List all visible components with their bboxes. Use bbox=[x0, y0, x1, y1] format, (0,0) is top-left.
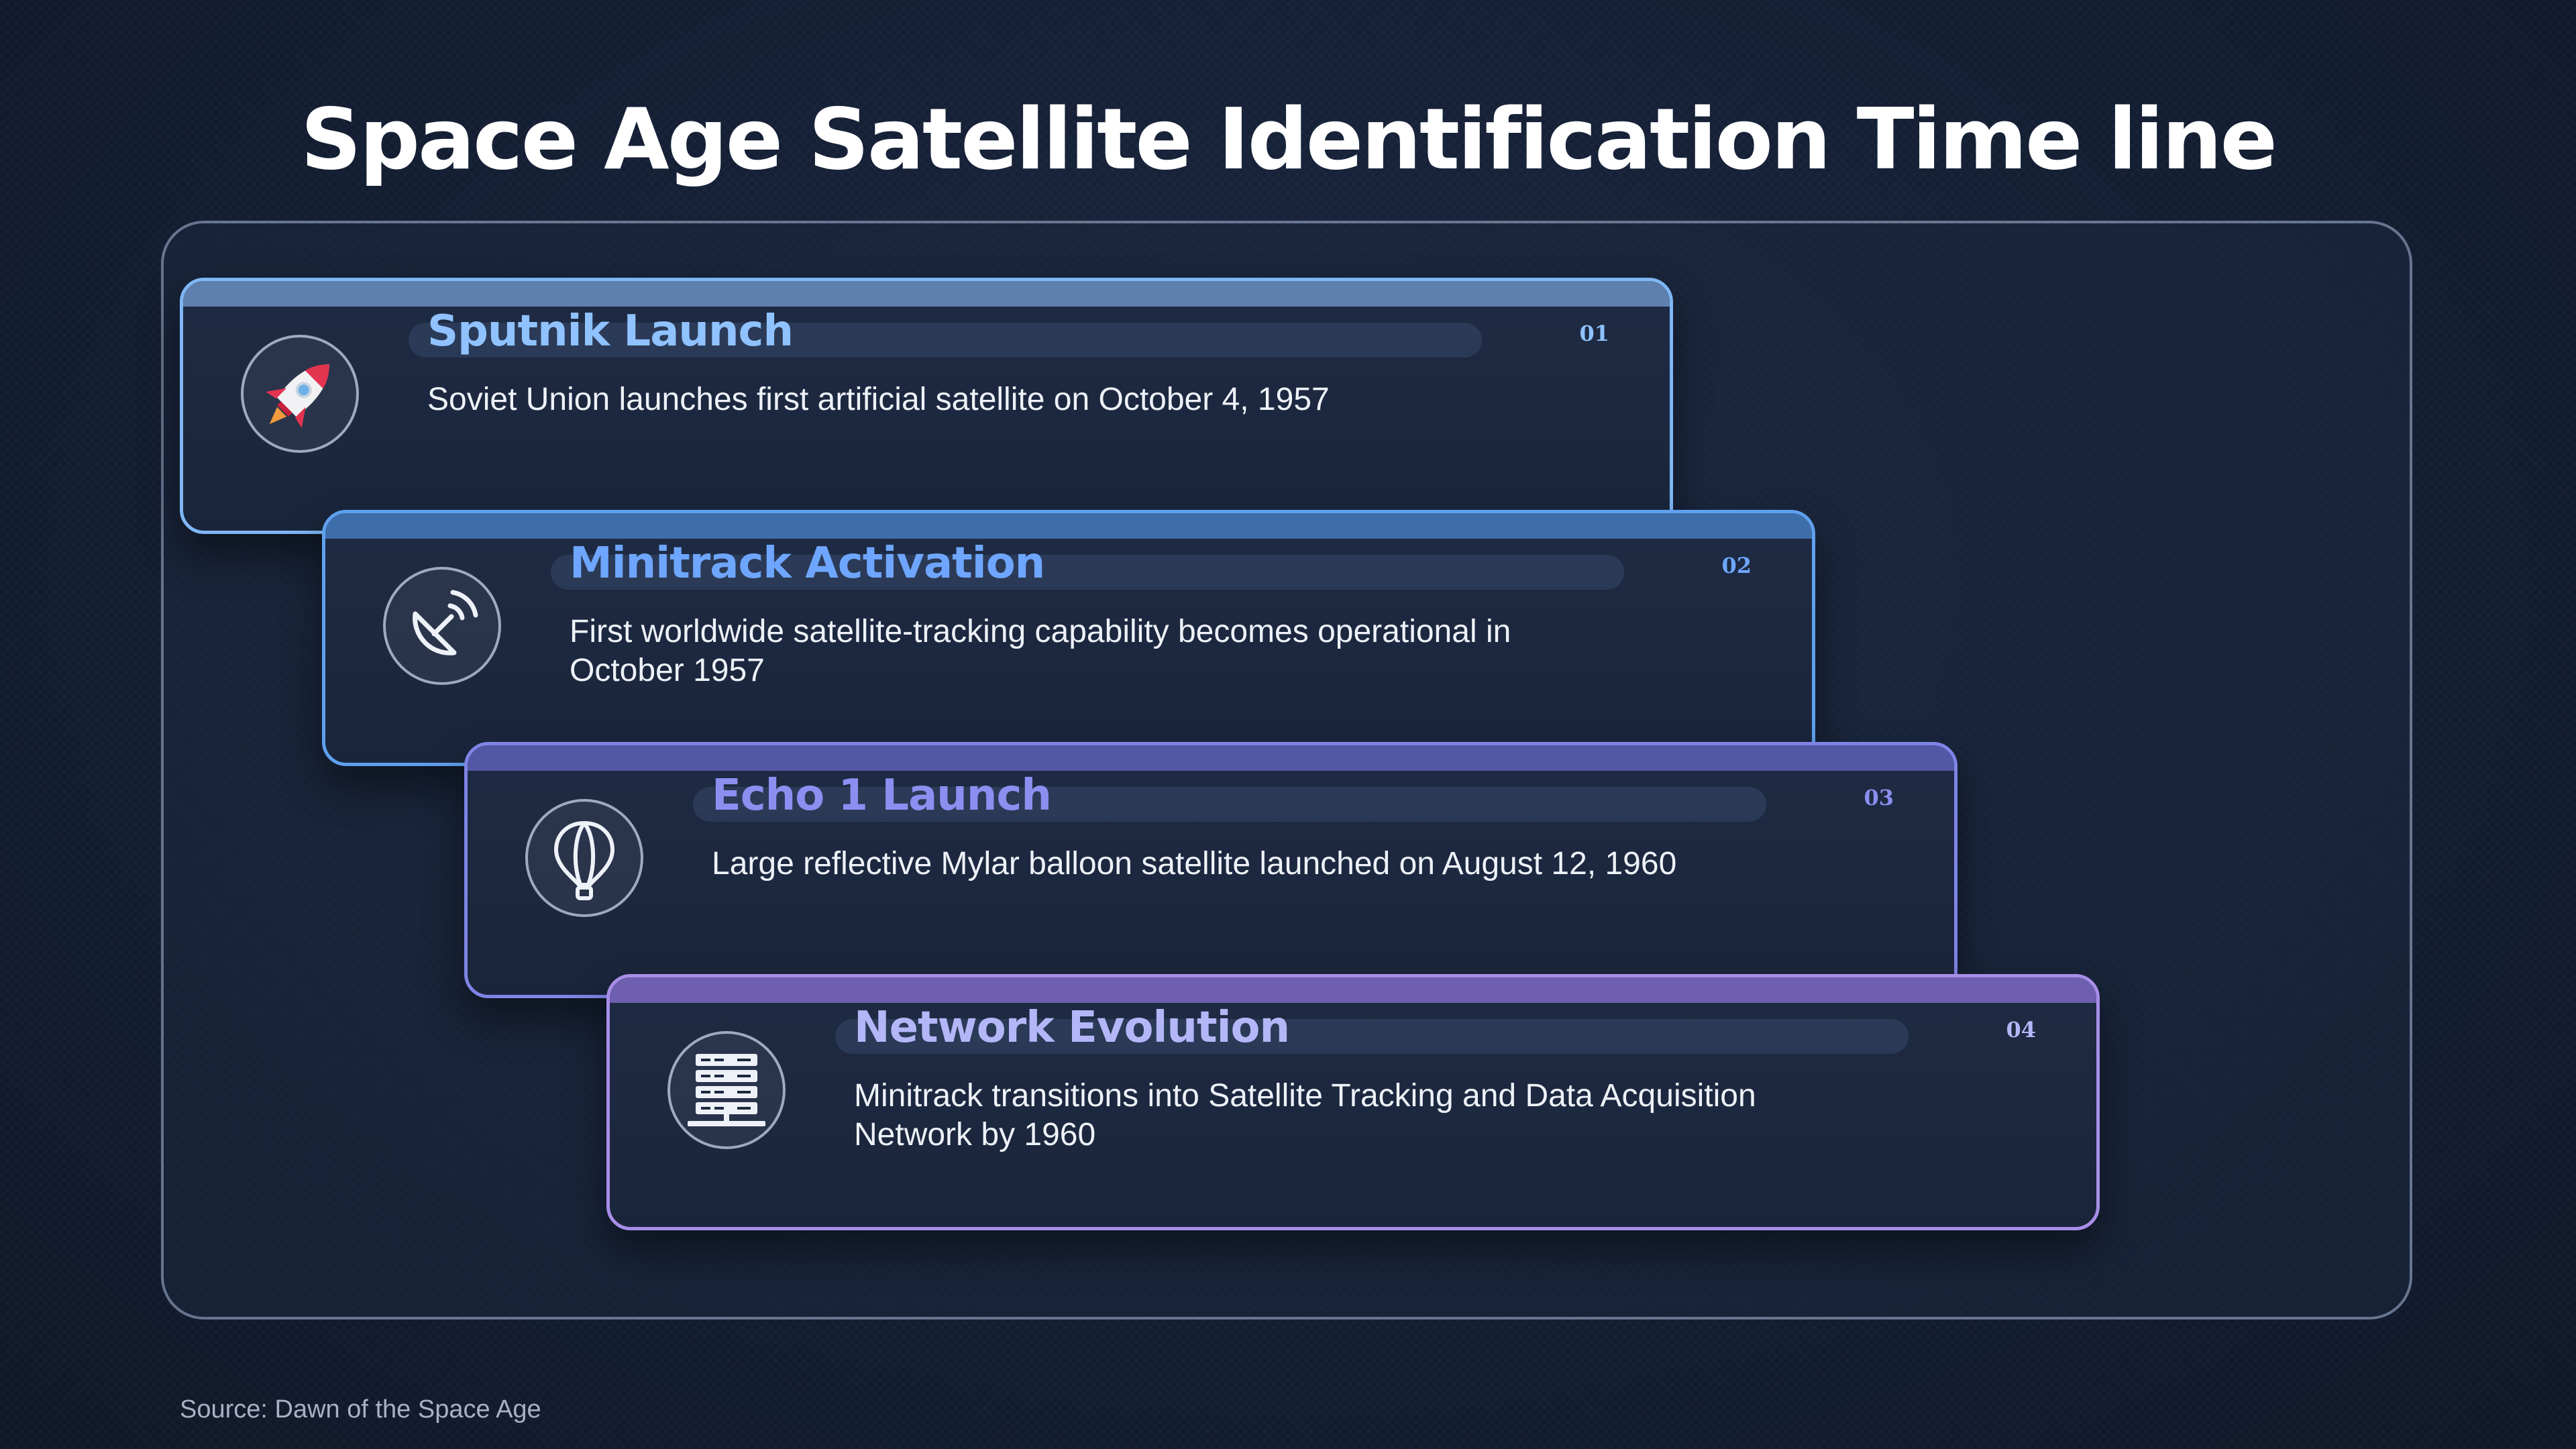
card-header-bar bbox=[325, 513, 1812, 539]
event-number: 01 bbox=[1579, 321, 1609, 346]
icon-badge bbox=[525, 799, 643, 917]
event-title: Network Evolution bbox=[854, 1003, 1290, 1053]
event-number: 04 bbox=[2006, 1017, 2036, 1042]
card-header-bar bbox=[468, 745, 1954, 771]
event-description: Large reflective Mylar balloon satellite… bbox=[712, 846, 1677, 881]
icon-badge bbox=[241, 335, 359, 453]
event-number: 02 bbox=[1721, 553, 1752, 578]
source-note: Source: Dawn of the Space Age bbox=[180, 1395, 541, 1424]
rocket-icon bbox=[266, 364, 329, 428]
icon-badge bbox=[667, 1031, 786, 1149]
event-title: Minitrack Activation bbox=[570, 539, 1045, 588]
event-title: Sputnik Launch bbox=[427, 307, 794, 356]
satellite-dish-icon bbox=[413, 590, 478, 655]
page-title: Space Age Satellite Identification Time … bbox=[301, 90, 2277, 189]
event-description: First worldwide satellite-tracking capab… bbox=[570, 614, 1511, 688]
server-icon bbox=[688, 1054, 765, 1126]
timeline-card-network: Network Evolution 04 Minitrack transitio… bbox=[606, 974, 2100, 1230]
event-title: Echo 1 Launch bbox=[712, 771, 1052, 820]
event-description: Soviet Union launches first artificial s… bbox=[427, 382, 1330, 417]
timeline-card-echo: Echo 1 Launch 03 Large reflective Mylar … bbox=[464, 742, 1957, 998]
timeline-card-sputnik: Sputnik Launch 01 Soviet Union launches … bbox=[180, 278, 1673, 534]
card-header-bar bbox=[183, 281, 1670, 307]
event-description: Minitrack transitions into Satellite Tra… bbox=[854, 1078, 1756, 1152]
card-header-bar bbox=[610, 977, 2096, 1003]
timeline-card-minitrack: Minitrack Activation 02 First worldwide … bbox=[322, 510, 1815, 766]
icon-badge bbox=[383, 567, 501, 685]
event-number: 03 bbox=[1864, 785, 1894, 810]
balloon-icon bbox=[554, 821, 614, 900]
